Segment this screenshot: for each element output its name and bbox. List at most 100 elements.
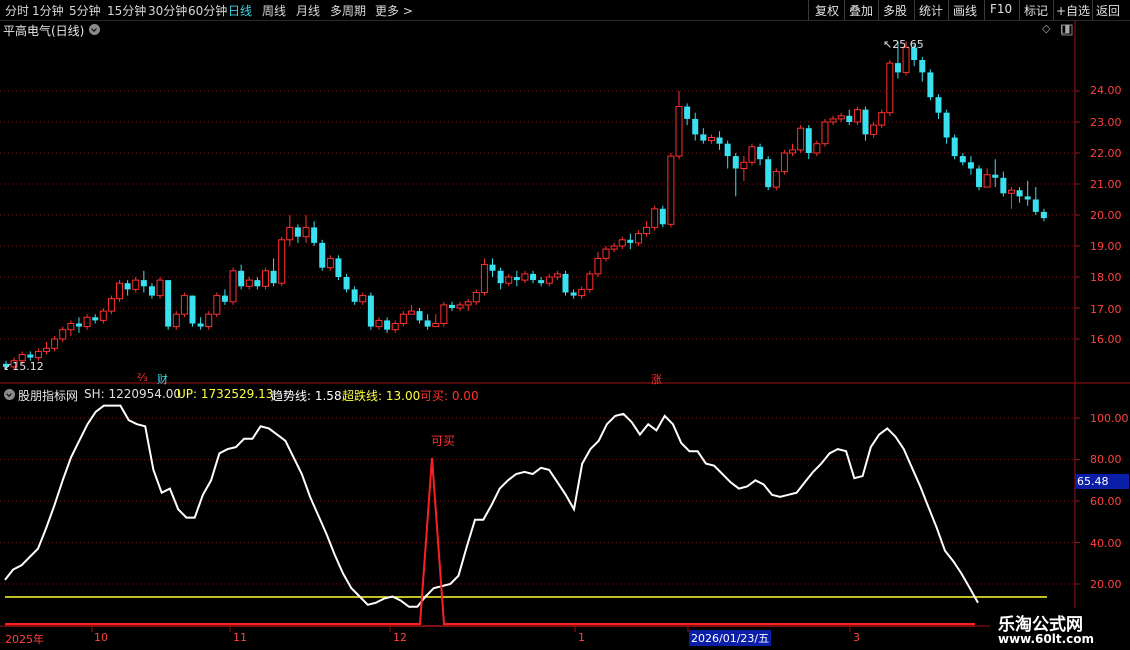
- indicator-oversold-value: 超跌线: 13.00: [342, 389, 421, 403]
- time-label: 2025年: [5, 633, 44, 646]
- candle-body: [707, 137, 715, 142]
- watermark-url: www.60lt.com: [998, 632, 1095, 646]
- indicator-name[interactable]: 股朋指标网: [18, 387, 78, 404]
- candle-body: [99, 310, 107, 321]
- candle-body: [594, 257, 602, 275]
- candle-body: [530, 273, 537, 281]
- candle-body: [983, 174, 991, 188]
- candle-body: [927, 72, 934, 98]
- candle-body: [1000, 177, 1007, 194]
- candle-body: [416, 311, 423, 321]
- buy-signal-label: 可买: [431, 434, 456, 448]
- dropdown-icon[interactable]: [89, 24, 100, 35]
- candle-body: [172, 313, 180, 328]
- candle-body: [684, 106, 691, 119]
- candle-body: [294, 227, 301, 237]
- candle-body: [732, 156, 739, 169]
- candle-body: [789, 149, 797, 154]
- candle-body: [448, 304, 455, 308]
- indicator-sh-value: SH: 1220954.00: [84, 387, 182, 401]
- watermark: 乐淘公式网 www.60lt.com: [990, 608, 1126, 648]
- candle-body: [521, 273, 529, 281]
- indicator-menu-icon[interactable]: [4, 389, 15, 400]
- candle-body: [464, 301, 472, 306]
- event-marker[interactable]: ⅔: [137, 371, 148, 384]
- candle-body: [254, 280, 261, 287]
- indicator-trend-value: 趋势线: 1.58: [271, 389, 342, 403]
- candle-body: [359, 295, 367, 303]
- candle-body: [505, 276, 513, 284]
- candle-body: [618, 239, 626, 247]
- arrow-icon: ↙: [3, 360, 13, 373]
- stock-title: 平高电气(日线): [3, 24, 85, 38]
- candle-body: [165, 280, 172, 327]
- candle-body: [992, 174, 999, 178]
- candle-body: [221, 295, 228, 302]
- candle-body: [205, 313, 213, 328]
- candle-body: [384, 320, 391, 330]
- candle-body: [92, 317, 99, 321]
- candle-body: [578, 288, 586, 297]
- candle-body: [391, 323, 399, 331]
- candle-body: [919, 60, 926, 73]
- candle-body: [407, 310, 415, 315]
- candle-body: [67, 323, 75, 331]
- diamond-icon[interactable]: ◇: [1042, 22, 1050, 35]
- candle-body: [326, 257, 334, 269]
- candle-body: [1032, 199, 1039, 212]
- chart-canvas[interactable]: [0, 0, 1130, 650]
- candle-body: [480, 264, 488, 294]
- candle-body: [538, 280, 545, 284]
- candle-body: [351, 289, 358, 302]
- candle-body: [238, 270, 245, 287]
- candle-body: [935, 97, 942, 113]
- candle-body: [189, 295, 196, 324]
- candle-body: [489, 264, 496, 271]
- candle-body: [643, 226, 651, 235]
- current-value-badge: 65.48: [1075, 474, 1129, 489]
- candle-body: [627, 239, 634, 243]
- indicator-up-value: UP: 1732529.13: [177, 387, 274, 401]
- finance-marker[interactable]: 财: [157, 371, 168, 387]
- candle-body: [821, 121, 829, 145]
- candle-body: [870, 124, 878, 135]
- indicator-tick: 80.00: [1090, 453, 1122, 466]
- window-toggle-icon[interactable]: ◨: [1060, 22, 1070, 35]
- price-tick: 19.00: [1090, 240, 1122, 253]
- candle-body: [846, 115, 853, 122]
- candle-body: [399, 313, 407, 325]
- candle-body: [335, 258, 342, 277]
- candle-body: [51, 338, 59, 349]
- arrow-icon: ↖: [883, 38, 893, 51]
- candle-body: [197, 323, 204, 327]
- candle-body: [692, 118, 699, 135]
- candle-body: [107, 298, 115, 312]
- candle-body: [748, 146, 756, 163]
- candle-body: [610, 245, 618, 250]
- candle-body: [724, 143, 731, 157]
- candle-body: [651, 208, 659, 228]
- candle-body: [375, 319, 383, 328]
- candle-body: [116, 282, 124, 300]
- candle-body: [894, 63, 901, 73]
- candle-body: [886, 62, 894, 114]
- candle-body: [765, 159, 772, 188]
- candle-body: [586, 273, 594, 290]
- candle-body: [75, 323, 82, 327]
- candle-body: [878, 112, 886, 126]
- rise-marker[interactable]: 涨: [651, 371, 662, 387]
- candle-body: [245, 279, 253, 287]
- high-price-label: ↖25.65: [883, 38, 924, 51]
- candle-body: [1040, 211, 1047, 219]
- time-label: 3: [853, 631, 860, 644]
- candle-body: [757, 146, 764, 160]
- candle-body: [951, 137, 958, 157]
- candle-body: [34, 350, 42, 359]
- candle-body: [570, 292, 577, 296]
- candle-body: [270, 270, 277, 284]
- candle-body: [967, 162, 974, 169]
- candle-body: [261, 270, 269, 287]
- candle-body: [797, 127, 805, 151]
- candle-body: [813, 143, 821, 154]
- price-tick: 17.00: [1090, 303, 1122, 316]
